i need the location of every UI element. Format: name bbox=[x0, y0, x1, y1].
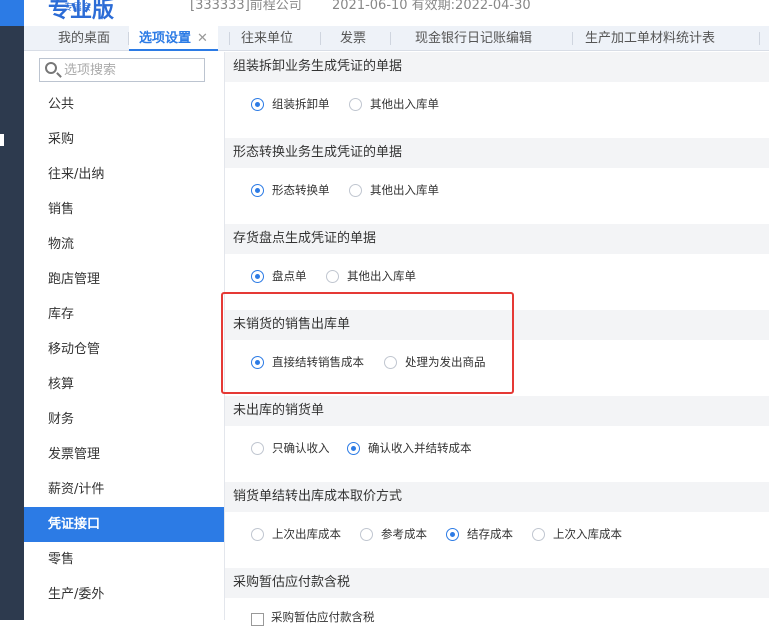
radio-button[interactable] bbox=[532, 528, 545, 541]
radio-label: 上次出库成本 bbox=[272, 527, 341, 541]
tab-invoice[interactable]: 发票 bbox=[330, 26, 376, 51]
tab-desktop[interactable]: 我的桌面 bbox=[48, 26, 120, 51]
section-title: 未出库的销货单 bbox=[225, 396, 769, 426]
radio-label: 参考成本 bbox=[381, 527, 427, 541]
highlight-box bbox=[221, 292, 514, 394]
radio-button[interactable] bbox=[360, 528, 373, 541]
rail-marker bbox=[0, 134, 4, 146]
section-title: 形态转换业务生成凭证的单据 bbox=[225, 138, 769, 168]
sidebar-item[interactable]: 财务 bbox=[24, 402, 224, 437]
tab-label: 现金银行日记账编辑 bbox=[415, 31, 533, 46]
radio-label: 形态转换单 bbox=[272, 183, 330, 197]
tab-options[interactable]: 选项设置 ✕ bbox=[129, 26, 218, 51]
radio-button[interactable] bbox=[349, 184, 362, 197]
radio-label: 盘点单 bbox=[272, 269, 307, 283]
tab-divider bbox=[390, 32, 391, 45]
tab-cash-journal[interactable]: 现金银行日记账编辑 bbox=[405, 26, 542, 51]
radio-button[interactable] bbox=[349, 98, 362, 111]
sidebar-item[interactable]: 物流 bbox=[24, 227, 224, 262]
section-title: 销货单结转出库成本取价方式 bbox=[225, 482, 769, 512]
radio-label: 结存成本 bbox=[467, 527, 513, 541]
section-title: 存货盘点生成凭证的单据 bbox=[225, 224, 769, 254]
tab-label: 往来单位 bbox=[241, 31, 294, 46]
search-box[interactable] bbox=[39, 58, 205, 82]
section-title: 采购暂估应付款含税 bbox=[225, 568, 769, 598]
app-logo-icon bbox=[0, 0, 24, 26]
radio-button[interactable] bbox=[251, 98, 264, 111]
radio-label: 其他出入库单 bbox=[347, 269, 416, 283]
tab-divider bbox=[572, 32, 573, 45]
sidebar-item[interactable]: 生产/委外 bbox=[24, 577, 224, 612]
checkbox-label: 采购暂估应付款含税 bbox=[271, 610, 375, 624]
tab-partners[interactable]: 往来单位 bbox=[231, 26, 303, 51]
tab-label: 选项设置 bbox=[139, 31, 192, 46]
sidebar-item[interactable]: 发票管理 bbox=[24, 437, 224, 472]
sidebar-item[interactable]: 核算 bbox=[24, 367, 224, 402]
radio-label: 上次入库成本 bbox=[553, 527, 622, 541]
radio-button[interactable] bbox=[326, 270, 339, 283]
tab-bar: 我的桌面 选项设置 ✕ 往来单位 发票 现金银行日记账编辑 生产加工单材料统计表 bbox=[24, 26, 769, 51]
tab-divider bbox=[759, 32, 760, 45]
sidebar-item[interactable]: 往来/出纳 bbox=[24, 157, 224, 192]
tab-material-stats[interactable]: 生产加工单材料统计表 bbox=[575, 26, 725, 51]
section-title: 组装拆卸业务生成凭证的单据 bbox=[225, 52, 769, 82]
sidebar-item[interactable]: 零售 bbox=[24, 542, 224, 577]
radio-label: 组装拆卸单 bbox=[272, 97, 330, 111]
radio-button[interactable] bbox=[251, 270, 264, 283]
sidebar-item[interactable]: 薪资/计件 bbox=[24, 472, 224, 507]
radio-button[interactable] bbox=[251, 528, 264, 541]
tab-label: 我的桌面 bbox=[58, 31, 111, 46]
sidebar-item[interactable]: 采购 bbox=[24, 122, 224, 157]
tab-label: 发票 bbox=[340, 31, 367, 46]
tab-divider bbox=[229, 32, 230, 45]
product-badge: 专属会 bbox=[64, 3, 92, 13]
tab-label: 生产加工单材料统计表 bbox=[585, 31, 716, 46]
search-input[interactable] bbox=[64, 61, 200, 79]
sidebar-item[interactable]: 库存 bbox=[24, 297, 224, 332]
radio-button[interactable] bbox=[347, 442, 360, 455]
tab-divider bbox=[320, 32, 321, 45]
sidebar-item[interactable]: 凭证接口 bbox=[24, 507, 224, 542]
date-info: 2021-06-10 有效期:2022-04-30 bbox=[332, 0, 531, 13]
radio-button[interactable] bbox=[446, 528, 459, 541]
radio-label: 只确认收入 bbox=[272, 441, 330, 455]
sidebar-item[interactable]: 公共 bbox=[24, 87, 224, 122]
close-icon[interactable]: ✕ bbox=[197, 31, 208, 46]
radio-label: 其他出入库单 bbox=[370, 183, 439, 197]
radio-label: 确认收入并结转成本 bbox=[368, 441, 472, 455]
options-sidebar: 公共采购往来/出纳销售物流跑店管理库存移动仓管核算财务发票管理薪资/计件凭证接口… bbox=[24, 52, 225, 620]
radio-button[interactable] bbox=[251, 184, 264, 197]
search-icon bbox=[45, 62, 57, 74]
sidebar-item[interactable]: 跑店管理 bbox=[24, 262, 224, 297]
company-name: [333333]前程公司 bbox=[190, 0, 302, 13]
sidebar-item[interactable]: 移动仓管 bbox=[24, 332, 224, 367]
sidebar-item[interactable]: 销售 bbox=[24, 192, 224, 227]
radio-label: 其他出入库单 bbox=[370, 97, 439, 111]
radio-button[interactable] bbox=[251, 442, 264, 455]
left-dark-rail bbox=[0, 0, 24, 620]
